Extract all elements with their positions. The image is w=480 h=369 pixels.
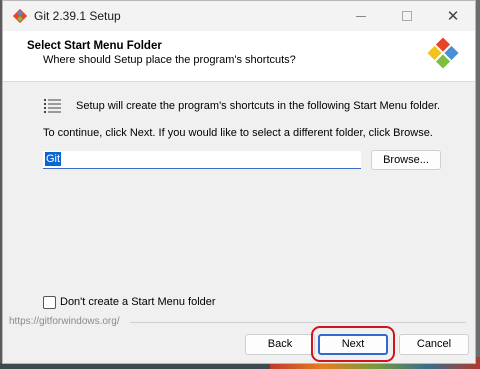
minimize-button[interactable] — [338, 1, 384, 31]
footer-url: https://gitforwindows.org/ — [9, 316, 120, 327]
folder-input-value: Git — [45, 152, 62, 166]
cancel-button[interactable]: Cancel — [399, 334, 469, 355]
git-app-icon — [13, 9, 27, 23]
no-start-menu-checkbox[interactable] — [43, 296, 56, 309]
page-title: Select Start Menu Folder — [27, 40, 162, 52]
instruction-text: To continue, click Next. If you would li… — [43, 127, 433, 139]
back-button[interactable]: Back — [245, 334, 315, 355]
list-icon — [44, 99, 61, 113]
maximize-icon — [402, 11, 412, 21]
next-button-highlight — [311, 326, 395, 362]
close-icon: ✕ — [446, 7, 460, 25]
browse-button[interactable]: Browse... — [371, 150, 441, 170]
window-title: Git 2.39.1 Setup — [34, 9, 121, 23]
git-logo-icon — [427, 37, 459, 69]
wizard-content: Setup will create the program's shortcut… — [3, 82, 475, 322]
minimize-icon — [356, 15, 366, 17]
title-bar: Git 2.39.1 Setup ✕ — [3, 1, 475, 31]
close-button[interactable]: ✕ — [430, 1, 476, 31]
maximize-button[interactable] — [384, 1, 430, 31]
page-subtitle: Where should Setup place the program's s… — [43, 54, 296, 66]
info-text: Setup will create the program's shortcut… — [76, 100, 441, 112]
footer-divider — [130, 322, 466, 323]
no-start-menu-checkbox-label[interactable]: Don't create a Start Menu folder — [60, 296, 216, 308]
wizard-header: Select Start Menu Folder Where should Se… — [3, 31, 475, 82]
start-menu-folder-input[interactable]: Git — [43, 151, 361, 169]
setup-window: Git 2.39.1 Setup ✕ Select Start Menu Fol… — [2, 0, 476, 364]
